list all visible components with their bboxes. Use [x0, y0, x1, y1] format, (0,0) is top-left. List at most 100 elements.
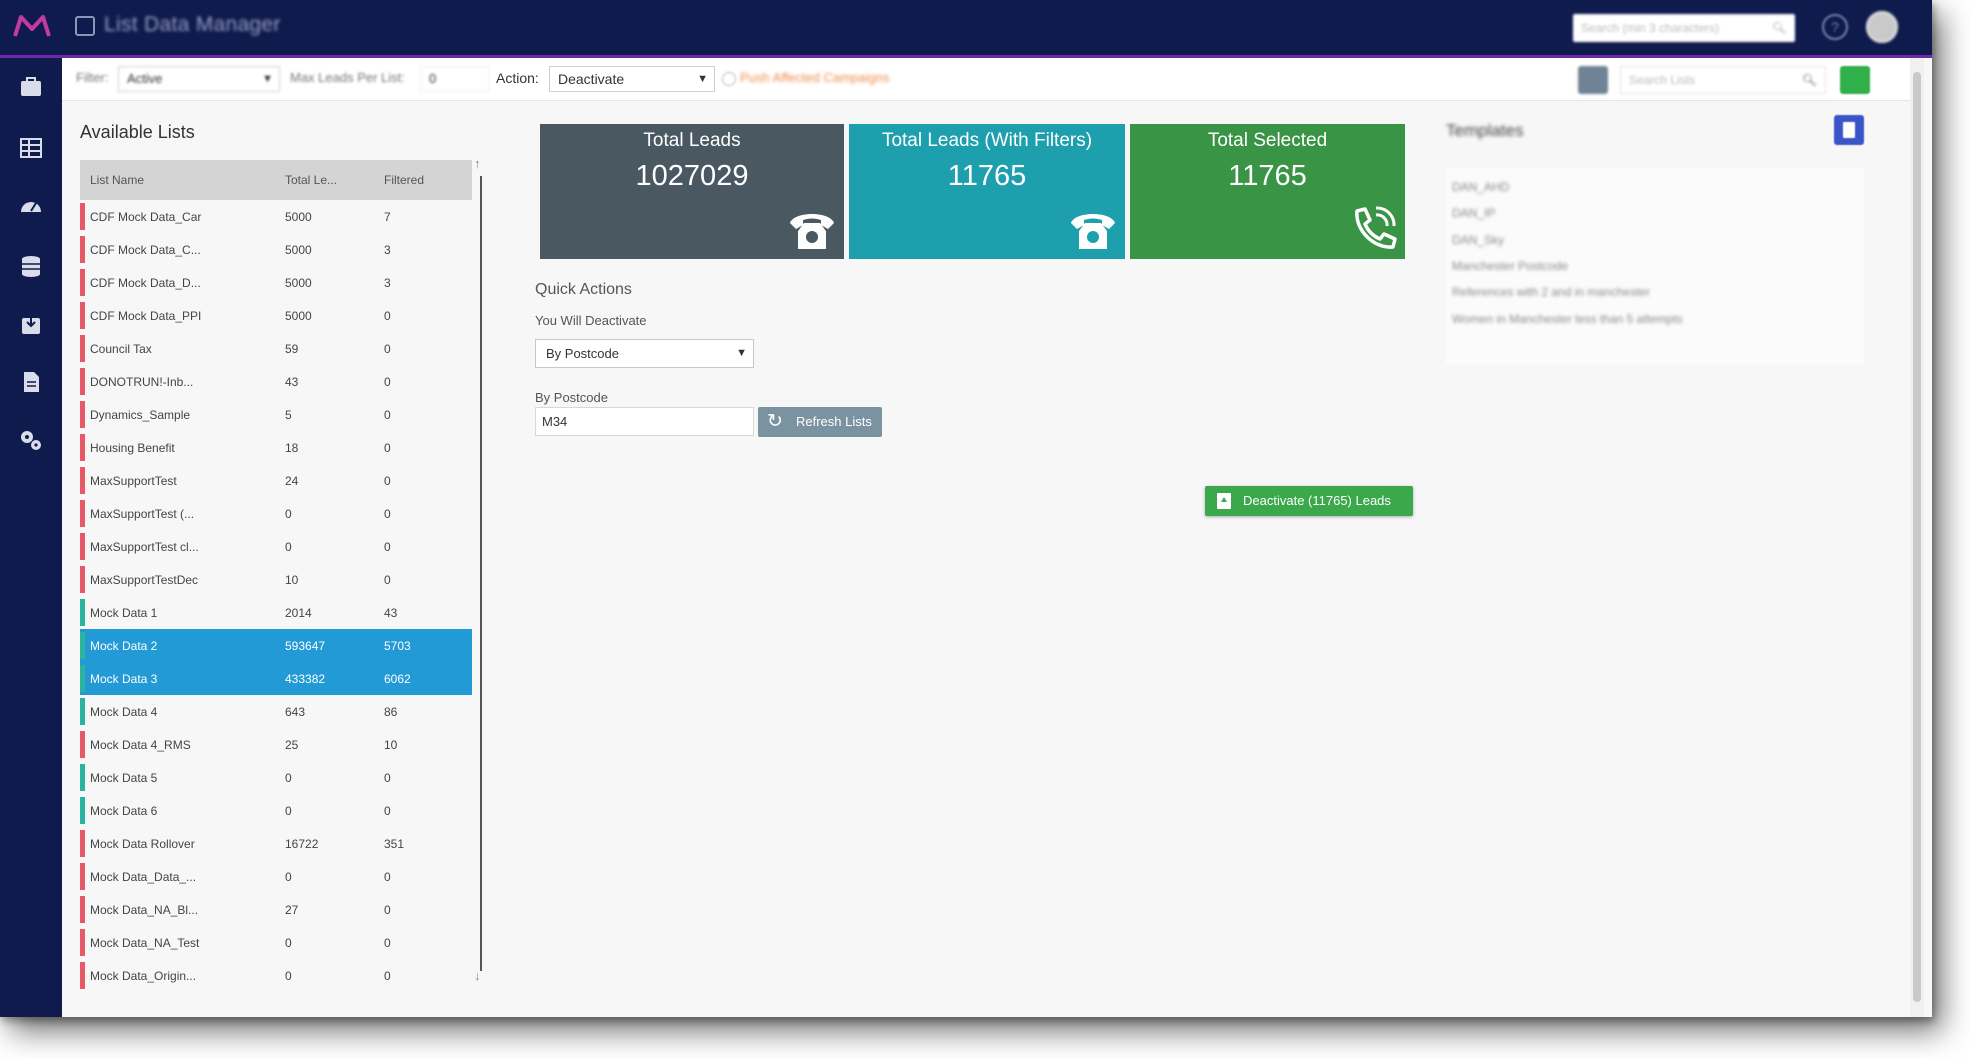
deactivate-leads-button[interactable]: Deactivate (11765) Leads [1205, 486, 1413, 516]
postcode-input[interactable]: M34 [535, 407, 754, 436]
column-header-total-leads[interactable]: Total Le... [285, 173, 337, 187]
column-header-filtered[interactable]: Filtered [384, 173, 424, 187]
table-row[interactable]: Mock Data Rollover 16722 351 [80, 827, 472, 860]
list-name-cell: Mock Data 1 [90, 606, 158, 620]
list-name-cell: Mock Data 5 [90, 771, 158, 785]
templates-list: DAN_AHD DAN_IP DAN_Sky Manchester Postcode R… [1446, 168, 1864, 364]
total-leads-cell: 0 [285, 507, 292, 521]
total-leads-cell: 10 [285, 573, 299, 587]
help-icon[interactable]: ? [1822, 14, 1848, 40]
page-scrollbar[interactable] [1910, 58, 1924, 1017]
template-item[interactable]: References with 2 and in manchester [1452, 285, 1650, 299]
list-name-cell: Mock Data Rollover [90, 837, 195, 851]
table-row[interactable]: Council Tax 59 0 [80, 332, 472, 365]
list-name-cell: CDF Mock Data_D... [90, 276, 201, 290]
table-row[interactable]: Mock Data_Origin... 0 0 [80, 959, 472, 992]
list-status-marker [80, 863, 85, 890]
sidebar-dashboard-icon[interactable] [18, 76, 44, 100]
table-row[interactable]: MaxSupportTest 24 0 [80, 464, 472, 497]
total-filtered-label: Total Leads (With Filters) [881, 130, 1093, 151]
template-item[interactable]: DAN_AHD [1452, 180, 1509, 194]
sidebar-gauge-icon[interactable] [18, 194, 44, 218]
table-row[interactable]: CDF Mock Data_PPI 5000 0 [80, 299, 472, 332]
global-search-input[interactable]: Search (min 3 characters) 🔍︎ [1573, 14, 1795, 42]
list-name-cell: Mock Data 6 [90, 804, 158, 818]
table-row[interactable]: Housing Benefit 18 0 [80, 431, 472, 464]
action-select[interactable]: Deactivate ▼ [549, 66, 715, 92]
total-leads-cell: 5 [285, 408, 292, 422]
deactivate-mode-select[interactable]: By Postcode ▼ [535, 339, 754, 368]
total-selected-label: Total Selected [1207, 130, 1328, 151]
max-leads-input[interactable]: 0 [420, 66, 490, 92]
table-row[interactable]: MaxSupportTest (... 0 0 [80, 497, 472, 530]
table-row[interactable]: CDF Mock Data_Car 5000 7 [80, 200, 472, 233]
total-leads-value: 1027029 [635, 160, 749, 192]
sidebar-database-icon[interactable] [18, 254, 44, 278]
list-status-marker [80, 698, 85, 725]
template-item[interactable]: Women in Manchester less than 5 attempts [1452, 312, 1683, 326]
list-status-marker [80, 896, 85, 923]
sidebar-import-icon[interactable] [18, 312, 44, 336]
total-leads-card: Total Leads 1027029 [540, 124, 844, 259]
table-row[interactable]: Mock Data 4 643 86 [80, 695, 472, 728]
table-row[interactable]: MaxSupportTest cl... 0 0 [80, 530, 472, 563]
brand-logo-icon[interactable] [12, 12, 52, 40]
table-row[interactable]: Mock Data_NA_Bl... 27 0 [80, 893, 472, 926]
list-status-marker [80, 467, 85, 494]
table-row[interactable]: Mock Data 1 2014 43 [80, 596, 472, 629]
list-status-marker [80, 599, 85, 626]
list-search-input[interactable]: Search Lists 🔍︎ [1620, 66, 1826, 94]
table-row[interactable]: Mock Data 6 0 0 [80, 794, 472, 827]
available-lists-table: List Name Total Le... Filtered CDF Mock … [80, 160, 472, 992]
column-header-list-name[interactable]: List Name [90, 173, 144, 187]
user-avatar[interactable] [1866, 11, 1898, 43]
template-item[interactable]: DAN_IP [1452, 206, 1495, 220]
list-status-marker [80, 302, 85, 329]
scroll-up-arrow-icon[interactable]: ↑ [474, 156, 481, 171]
push-campaigns-checkbox[interactable] [722, 72, 736, 86]
table-row[interactable]: CDF Mock Data_C... 5000 3 [80, 233, 472, 266]
export-button[interactable] [1578, 66, 1608, 94]
refresh-icon-button[interactable] [1840, 66, 1870, 94]
sidebar-document-icon[interactable] [18, 370, 44, 394]
list-status-marker [80, 797, 85, 824]
total-leads-cell: 16722 [285, 837, 319, 851]
sidebar-settings-icon[interactable] [18, 428, 44, 452]
search-icon: 🔍︎ [1801, 73, 1817, 87]
filtered-cell: 0 [384, 507, 391, 521]
list-status-marker [80, 632, 85, 659]
list-scrollbar[interactable]: ↑ ↓ [474, 156, 484, 988]
table-row[interactable]: Mock Data 2 593647 5703 [80, 629, 472, 662]
refresh-icon: ↻ [767, 411, 783, 432]
push-campaigns-label: Push Affected Campaigns [740, 70, 890, 85]
template-item[interactable]: DAN_Sky [1452, 233, 1504, 247]
total-leads-cell: 433382 [285, 672, 326, 686]
table-row[interactable]: Mock Data_NA_Test 0 0 [80, 926, 472, 959]
list-status-marker [80, 830, 85, 857]
total-leads-cell: 59 [285, 342, 299, 356]
table-row[interactable]: DONOTRUN!-Inb... 43 0 [80, 365, 472, 398]
scroll-down-arrow-icon[interactable]: ↓ [474, 968, 481, 983]
new-template-button[interactable] [1834, 115, 1864, 145]
available-lists-title: Available Lists [80, 122, 195, 142]
table-row[interactable]: Dynamics_Sample 5 0 [80, 398, 472, 431]
list-name-cell: CDF Mock Data_C... [90, 243, 201, 257]
table-row[interactable]: Mock Data 4_RMS 25 10 [80, 728, 472, 761]
template-item[interactable]: Manchester Postcode [1452, 259, 1568, 273]
filter-select[interactable]: Active ▼ [118, 66, 280, 92]
filtered-cell: 0 [384, 969, 391, 983]
max-leads-label: Max Leads Per List: [290, 70, 405, 85]
filtered-cell: 0 [384, 903, 391, 917]
table-row[interactable]: Mock Data 5 0 0 [80, 761, 472, 794]
filtered-cell: 0 [384, 540, 391, 554]
filtered-cell: 3 [384, 276, 391, 290]
table-row[interactable]: Mock Data 3 433382 6062 [80, 662, 472, 695]
table-row[interactable]: CDF Mock Data_D... 5000 3 [80, 266, 472, 299]
list-scrollbar-thumb[interactable] [480, 176, 482, 971]
page-scrollbar-thumb[interactable] [1913, 72, 1921, 1002]
table-row[interactable]: Mock Data_Data_... 0 0 [80, 860, 472, 893]
action-label: Action: [496, 70, 539, 86]
table-row[interactable]: MaxSupportTestDec 10 0 [80, 563, 472, 596]
sidebar-table-icon[interactable] [18, 136, 44, 160]
refresh-lists-button[interactable]: ↻ Refresh Lists [758, 407, 882, 437]
